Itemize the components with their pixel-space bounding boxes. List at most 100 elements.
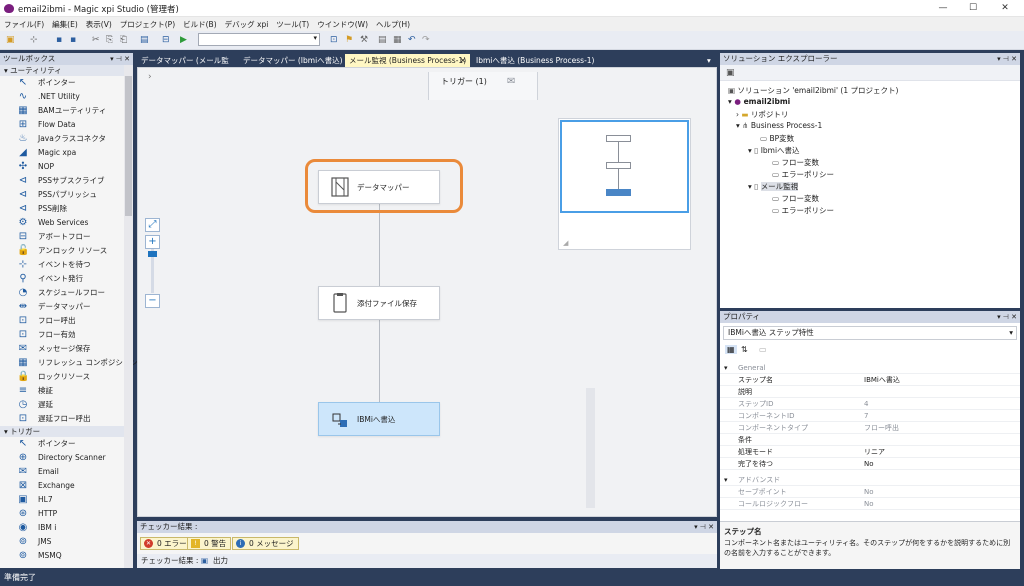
- properties-icon[interactable]: ▣: [726, 68, 735, 78]
- email-trigger-icon[interactable]: ✉: [507, 76, 515, 87]
- property-row[interactable]: セーブポイント No: [720, 486, 1020, 498]
- menu-help[interactable]: ヘルプ(H): [372, 17, 414, 30]
- paste-icon[interactable]: ⎗: [120, 35, 127, 46]
- trigger-section[interactable]: ▾ トリガー: [0, 426, 133, 437]
- toolbox-item[interactable]: ≡ 検証: [0, 384, 133, 398]
- toolbox-item[interactable]: ⚲ イベント発行: [0, 272, 133, 286]
- menu-tools[interactable]: ツール(T): [272, 17, 313, 30]
- tree-error-policy[interactable]: ▭ エラーポリシー: [772, 205, 834, 216]
- tab-output[interactable]: 出力: [213, 554, 228, 568]
- toolbox-item[interactable]: 🔒 ロックリソース: [0, 370, 133, 384]
- property-value[interactable]: No: [864, 486, 874, 498]
- general-section[interactable]: ▾ General: [720, 362, 1020, 374]
- menu-window[interactable]: ウインドウ(W): [313, 17, 372, 30]
- toolbox-item[interactable]: ⊕ Directory Scanner: [0, 451, 133, 465]
- grid-icon[interactable]: ▦: [393, 35, 402, 46]
- toolbox-item[interactable]: ▣ HL7: [0, 493, 133, 507]
- toolbox-item[interactable]: ⊚ MSMQ: [0, 549, 133, 563]
- tab-mail-monitor[interactable]: メール監視 (Business Process-1) ✕: [345, 54, 470, 67]
- alphabetical-icon[interactable]: ⇅: [741, 345, 748, 354]
- tree-repository[interactable]: › ▬ リポジトリ: [736, 109, 788, 120]
- property-row[interactable]: 完了を待つ No: [720, 458, 1020, 470]
- add-item-icon[interactable]: ⊹: [30, 35, 38, 46]
- toolbox-item[interactable]: ⚙ Web Services: [0, 216, 133, 230]
- toolbox-item[interactable]: ✉ メッセージ保存: [0, 342, 133, 356]
- tree-error-policy[interactable]: ▭ エラーポリシー: [772, 169, 834, 180]
- toolbox-item[interactable]: ⊡ フロー呼出: [0, 314, 133, 328]
- tree-flow-var[interactable]: ▭ フロー変数: [772, 157, 819, 168]
- tree-solution[interactable]: ▣ ソリューション 'email2ibmi' (1 プロジェクト): [728, 85, 898, 96]
- property-row[interactable]: 処理モード リニア: [720, 446, 1020, 458]
- property-row[interactable]: コンポーネントタイプ フロー呼出: [720, 422, 1020, 434]
- toolbox-item[interactable]: ⊚ JMS: [0, 535, 133, 549]
- zoom-slider-thumb[interactable]: [148, 251, 157, 257]
- toolbox-item[interactable]: ♨ Javaクラスコネクタ: [0, 132, 133, 146]
- cut-icon[interactable]: ✂: [92, 35, 100, 46]
- tree-project[interactable]: ▾ ● email2ibmi: [728, 97, 790, 106]
- property-row[interactable]: コンポーネントID 7: [720, 410, 1020, 422]
- tab-dropdown[interactable]: ▾: [703, 54, 715, 67]
- configuration-combo[interactable]: ▾: [198, 33, 320, 46]
- property-row[interactable]: 説明: [720, 386, 1020, 398]
- copy-icon[interactable]: ⎘: [106, 35, 113, 46]
- toolbox-item[interactable]: ▦ リフレッシュ コンポジション: [0, 356, 138, 370]
- canvas-scrollbar[interactable]: [586, 388, 595, 508]
- collapse-arrow-icon[interactable]: ›: [148, 72, 152, 82]
- toolbox-item[interactable]: ∿ .NET Utility: [0, 90, 133, 104]
- resize-grip-icon[interactable]: ◢: [563, 239, 568, 247]
- toolbox-item[interactable]: ⊲ PSS削除: [0, 202, 133, 216]
- tree-bp[interactable]: ▾ ⋔ Business Process-1: [736, 121, 822, 130]
- property-value[interactable]: No: [864, 458, 874, 470]
- tree-flow-var[interactable]: ▭ フロー変数: [772, 193, 819, 204]
- tab-data-mapper-mail[interactable]: データマッパー (メール監視): [137, 54, 239, 78]
- toolbox-item[interactable]: ⊡ フロー有効: [0, 328, 133, 342]
- categorized-icon[interactable]: ▦: [725, 345, 737, 354]
- tab-data-mapper-ibmi[interactable]: データマッパー (Ibmiへ書込): [239, 54, 344, 67]
- property-value[interactable]: 4: [864, 398, 868, 410]
- menu-edit[interactable]: 編集(E): [48, 17, 82, 30]
- toolbox-item[interactable]: ⊞ Flow Data: [0, 118, 133, 132]
- new-project-icon[interactable]: ▣: [6, 35, 15, 46]
- zoom-out-button[interactable]: −: [145, 294, 160, 308]
- deploy-icon[interactable]: ▤: [140, 35, 149, 46]
- property-row[interactable]: コールロジックフロー No: [720, 498, 1020, 510]
- minimize-button[interactable]: —: [928, 1, 958, 15]
- property-value[interactable]: IBMiへ書込: [864, 374, 900, 386]
- menu-project[interactable]: プロジェクト(P): [116, 17, 179, 30]
- menu-build[interactable]: ビルド(B): [179, 17, 221, 30]
- tree-flow-mail[interactable]: ▾ ▯ メール監視: [748, 181, 799, 192]
- layout-icon[interactable]: ▤: [378, 35, 387, 46]
- property-row[interactable]: ステップ名 IBMiへ書込: [720, 374, 1020, 386]
- maximize-button[interactable]: ☐: [958, 1, 988, 15]
- undo-icon[interactable]: ↶: [408, 35, 416, 46]
- toolbox-item[interactable]: 🔓 アンロック リソース: [0, 244, 133, 258]
- warnings-filter-button[interactable]: ! 0 警告: [187, 537, 232, 550]
- close-icon[interactable]: ✕: [460, 54, 466, 67]
- zoom-in-button[interactable]: +: [145, 235, 160, 249]
- toolbox-item[interactable]: ⊡ 遅延フロー呼出: [0, 412, 133, 426]
- toolbox-item[interactable]: ⊟ アボートフロー: [0, 230, 133, 244]
- tree-flow-ibmi[interactable]: ▾ ▯ Ibmiへ書込: [748, 145, 800, 156]
- tab-checker-results[interactable]: チェッカー結果 :: [141, 554, 198, 568]
- toolbox-item[interactable]: ◢ Magic xpa: [0, 146, 133, 160]
- tree-bp-var[interactable]: ▭ BP変数: [760, 133, 794, 144]
- property-value[interactable]: フロー呼出: [864, 422, 899, 434]
- redo-icon[interactable]: ↷: [422, 35, 430, 46]
- toolbox-item[interactable]: ◷ 遅延: [0, 398, 133, 412]
- toolbox-item[interactable]: ✣ NOP: [0, 160, 133, 174]
- save-icon[interactable]: ▪: [56, 35, 62, 46]
- toolbox-item[interactable]: ⊹ イベントを待つ: [0, 258, 133, 272]
- toolbox-item[interactable]: ⇹ データマッパー: [0, 300, 133, 314]
- advanced-section[interactable]: ▾ アドバンスド: [720, 474, 1020, 486]
- debug-icon[interactable]: ⚒: [360, 35, 368, 46]
- zoom-fit-button[interactable]: ⤢: [145, 218, 160, 232]
- messages-filter-button[interactable]: i 0 メッセージ: [232, 537, 299, 550]
- run-icon[interactable]: ▶: [180, 35, 187, 46]
- toolbox-item[interactable]: ◉ IBM i: [0, 521, 133, 535]
- toolbox-item[interactable]: ✉ Email: [0, 465, 133, 479]
- breakpoint-icon[interactable]: ⚑: [345, 35, 353, 46]
- menu-view[interactable]: 表示(V): [82, 17, 116, 30]
- property-value[interactable]: 7: [864, 410, 868, 422]
- toolbox-item[interactable]: ◔ スケジュールフロー: [0, 286, 133, 300]
- toolbox-scrollbar[interactable]: [124, 65, 133, 568]
